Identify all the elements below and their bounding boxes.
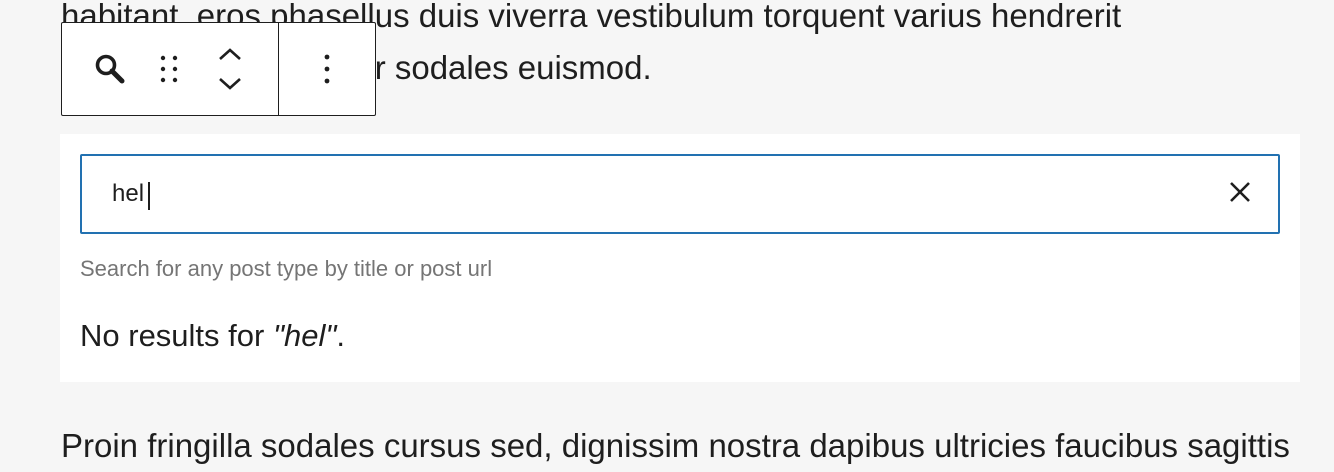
search-input[interactable] — [112, 156, 1192, 232]
search-icon — [93, 52, 127, 86]
close-icon — [1229, 181, 1251, 208]
search-help-text: Search for any post type by title or pos… — [80, 256, 493, 281]
toolbar-group-main — [62, 23, 279, 115]
no-results-query: "hel" — [272, 318, 337, 353]
text-caret — [148, 182, 150, 210]
block-mover — [200, 23, 260, 115]
no-results-message: No results for "hel". — [80, 316, 345, 356]
link-search-panel: Search for any post type by title or pos… — [60, 134, 1300, 382]
drag-handle-button[interactable] — [138, 23, 200, 115]
block-toolbar — [61, 22, 376, 116]
move-up-button[interactable] — [217, 39, 243, 69]
search-field-wrapper — [80, 154, 1280, 234]
drag-handle-icon — [157, 53, 181, 85]
search-block-button[interactable] — [82, 23, 138, 115]
move-down-button[interactable] — [217, 69, 243, 99]
chevron-up-icon — [217, 46, 243, 62]
paragraph-text: Proin fringilla sodales cursus sed, dign… — [61, 427, 1290, 464]
toolbar-group-options — [279, 23, 375, 115]
more-vertical-icon — [322, 52, 332, 86]
content-paragraph-bottom[interactable]: Proin fringilla sodales cursus sed, dign… — [61, 420, 1290, 472]
options-button[interactable] — [299, 23, 355, 115]
no-results-suffix: . — [336, 318, 345, 353]
clear-search-button[interactable] — [1220, 174, 1260, 214]
no-results-prefix: No results for — [80, 318, 273, 353]
chevron-down-icon — [217, 76, 243, 92]
